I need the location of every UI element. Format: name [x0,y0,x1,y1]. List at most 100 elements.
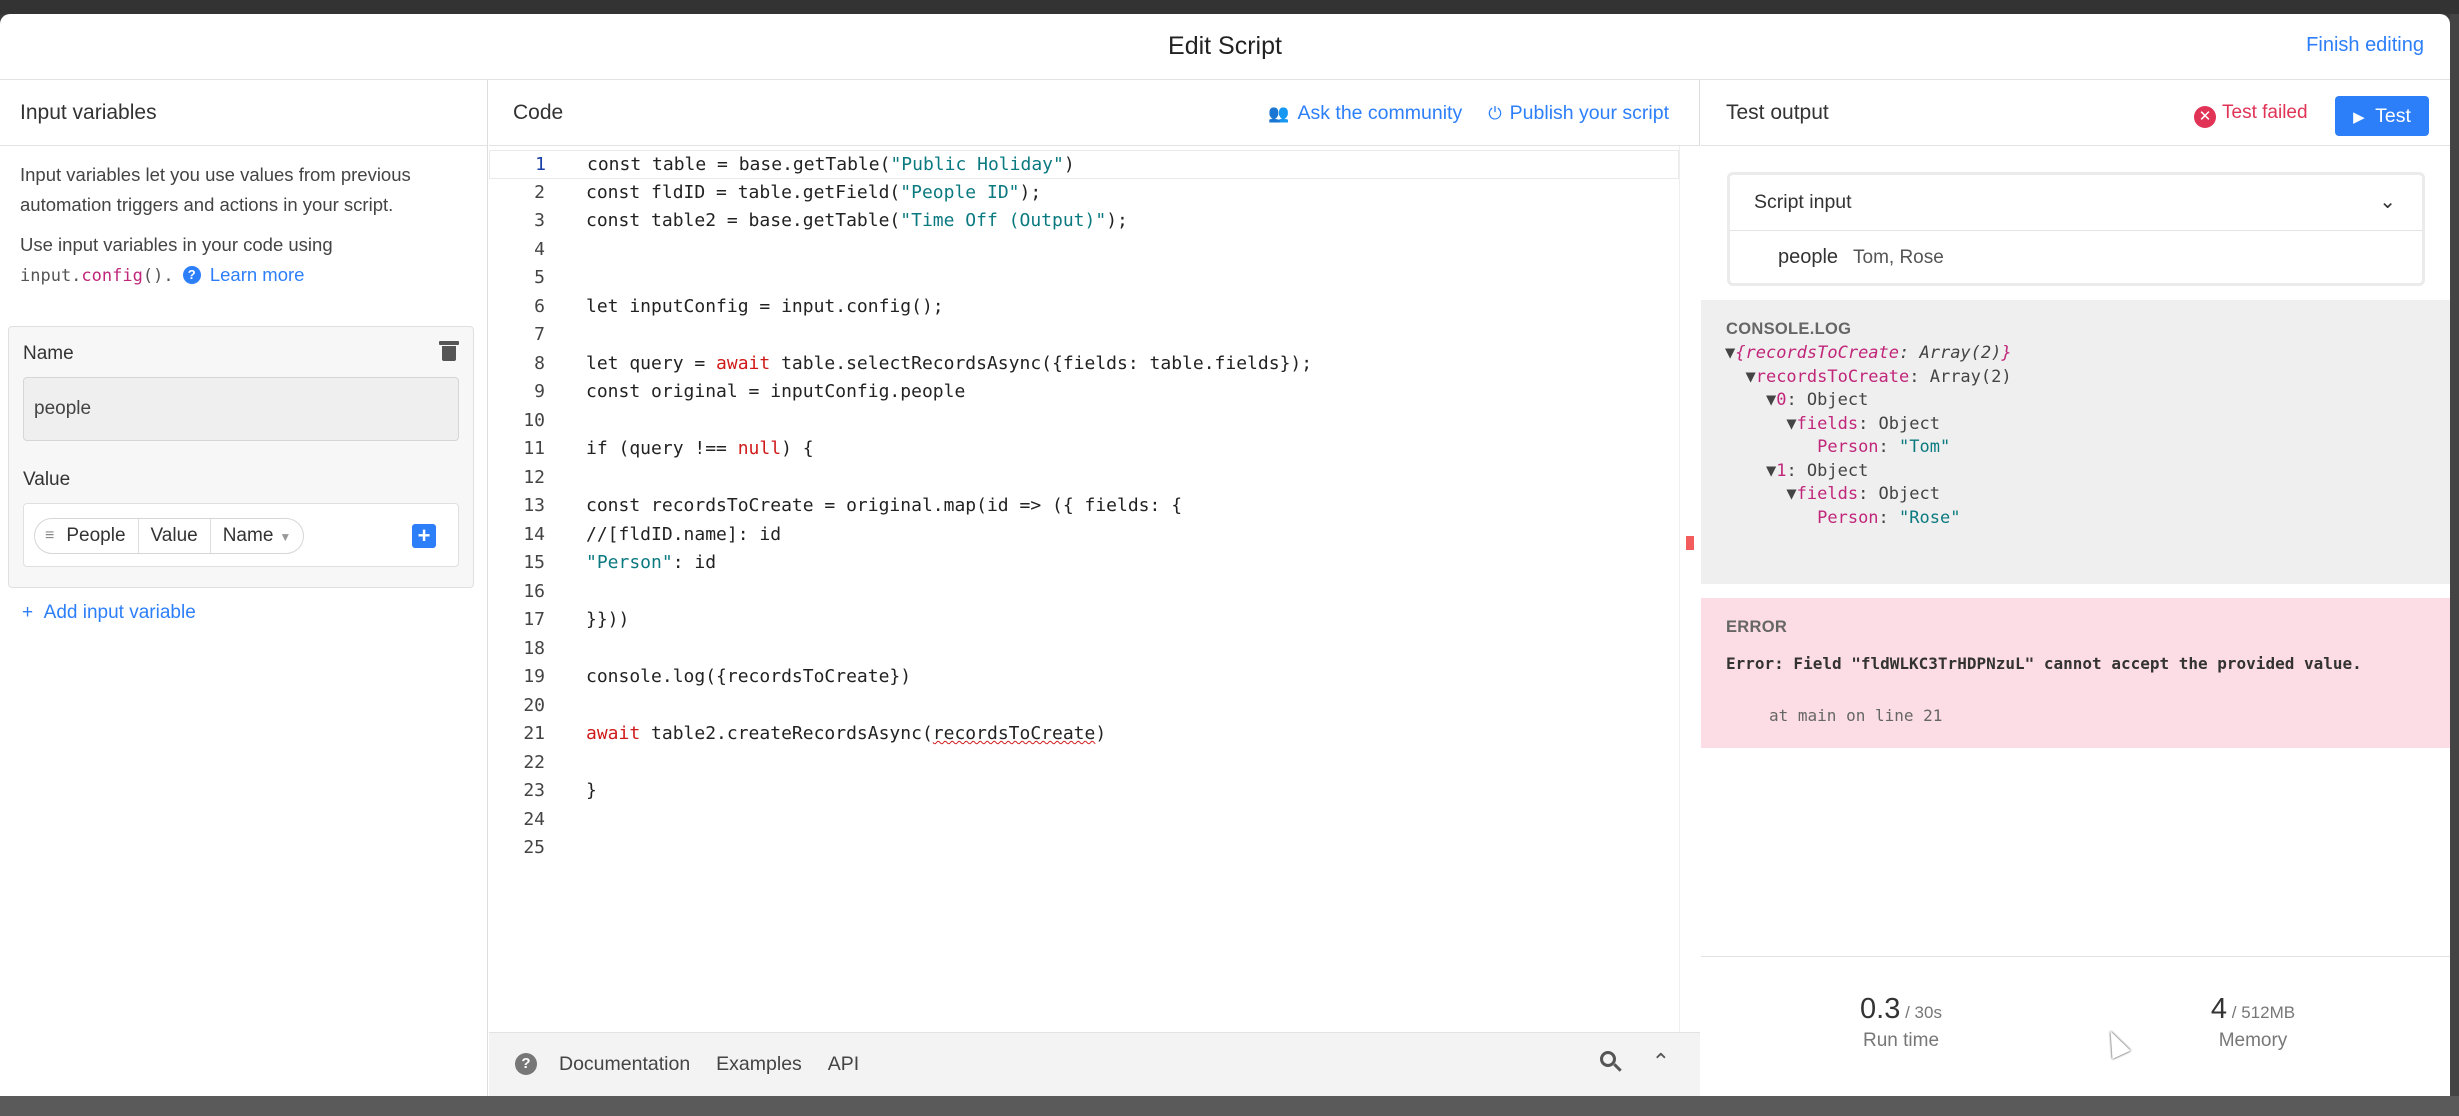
value-field[interactable]: ≡ People Value Name ▼ + [23,503,459,567]
plus-icon: + [22,602,34,623]
stats-bar: 0.3 / 30s Run time 4 / 512MB Memory [1701,956,2450,1096]
name-label: Name [23,343,74,364]
test-output-header: Test output ✕ Test failed ▶ Test [1701,80,2450,146]
code-line: 24 [523,808,545,830]
chevron-down-icon[interactable]: ⌄ [2379,189,2396,214]
code-line: 9 const original = inputConfig.people [534,381,966,402]
script-input-panel: Script input ⌄ people Tom, Rose [1727,172,2425,286]
code-line: 11 if (query !== null) { [523,438,814,459]
code-line: 15 "Person": id [523,552,717,573]
backdrop-top [0,0,2459,14]
code-line: 14//[fldID.name]: id [523,523,782,545]
code-line: 19 console.log({recordsToCreate}) [523,666,912,687]
ask-community-link[interactable]: 👥 Ask the community [1268,102,1462,125]
edit-script-modal: Edit Script Finish editing Input variabl… [0,14,2450,1096]
variable-name-input[interactable] [23,377,459,441]
input-variables-usage: Use input variables in your code using i… [20,230,470,291]
error-message: Error: Field "fldWLKC3TrHDPNzuL" cannot … [1726,654,2362,673]
api-link[interactable]: API [828,1053,859,1076]
modal-header: Edit Script Finish editing [0,14,2450,80]
code-line: 8 let query = await table.selectRecordsAs… [534,352,1313,374]
code-line: 18 [523,637,545,659]
examples-link[interactable]: Examples [716,1053,802,1076]
trash-icon[interactable] [439,341,459,361]
memory-value: 4 [2210,993,2228,1025]
code-line: 12 [523,466,545,488]
runtime-label: Run time [1862,1030,1940,1051]
publish-script-link[interactable]: ⏻ Publish your script [1488,102,1669,125]
code-line: 5 [534,267,545,288]
error-label: ERROR [1726,618,1788,636]
pill-segment-table: People [54,519,139,553]
code-line: 4 [534,238,545,260]
code-editor[interactable]: 1 const table = base.getTable("Public Hol… [489,146,1700,1032]
code-line: 23} [523,780,597,801]
modal-title: Edit Script [1168,32,1282,60]
value-label: Value [23,469,71,490]
add-value-plus-icon[interactable]: + [412,524,436,548]
code-line: 10 [523,409,545,431]
script-input-header[interactable]: Script input ⌄ [1730,175,2422,231]
test-button[interactable]: ▶ Test [2335,96,2429,136]
code-pane: Code 👥 Ask the community ⏻ Publish your sc… [489,80,1700,1096]
code-line: 22 [523,751,545,773]
memory-label: Memory [2218,1030,2288,1051]
error-marker [1686,536,1694,550]
input-variable-card: Name Value ≡ People Value Name▼ + [8,326,474,588]
script-input-title: Script input [1754,191,1852,213]
usage-code: input.config(). [20,266,174,286]
help-circle-icon[interactable]: ? [515,1053,537,1075]
input-variables-description: Input variables let you use values from … [20,164,411,215]
code-line: 17}})) [523,609,630,630]
error-section: ERROR Error: Field "fldWLKC3TrHDPNzuL" c… [1701,598,2450,748]
input-value: Tom, Rose [1853,247,1944,268]
test-output-title: Test output [1726,101,1829,124]
test-output-pane: Test output ✕ Test failed ▶ Test Script i… [1701,80,2450,1096]
console-log-section: CONSOLE.LOG ▼{recordsToCreate: Array(2)}… [1701,300,2450,584]
add-input-variable-button[interactable]: + Add input variable [22,602,196,624]
finish-editing-button[interactable]: Finish editing [2306,34,2424,57]
code-line: 21 await table2.createRecordsAsync(record… [523,723,1107,744]
search-icon[interactable] [1600,1051,1622,1073]
footer-links: Documentation Examples API [559,1053,859,1076]
runtime-stat: 0.3 / 30s Run time [1801,993,2001,1052]
code-line: 25 [523,837,545,858]
chevron-up-icon[interactable]: ⌃ [1652,1049,1670,1075]
code-line: 16 [523,580,545,602]
code-line: 13 const recordsToCreate = original.map(i… [523,495,1183,516]
runtime-unit: / 30s [1900,1003,1942,1022]
code-header: Code 👥 Ask the community ⏻ Publish your sc… [489,80,1699,146]
help-icon[interactable]: ? [182,266,201,284]
value-token-pill[interactable]: ≡ People Value Name ▼ [34,518,305,554]
pill-segment-name[interactable]: Name ▼ [211,519,304,553]
memory-unit: / 512MB [2227,1003,2296,1022]
users-icon: 👥 [1268,104,1290,123]
input-variables-pane: Input variables Input variables let you … [0,80,488,1096]
test-status: ✕ Test failed [2194,102,2308,128]
pill-segment-value: Value [139,519,211,553]
code-line: 20 [523,694,545,716]
code-line: 3 const table2 = base.getTable("Time Off … [534,210,1128,231]
code-line: 7 [534,324,545,345]
input-variables-title: Input variables [20,101,157,124]
usage-text: Use input variables in your code using [20,234,333,255]
code-line: 6 let inputConfig = input.config(); [534,295,944,317]
error-x-icon: ✕ [2194,106,2216,128]
console-log-label: CONSOLE.LOG [1726,320,1852,338]
code-line: 2 const fldID = table.getField("People ID… [534,181,1042,203]
input-variables-header: Input variables [0,80,487,146]
documentation-link[interactable]: Documentation [559,1053,690,1076]
backdrop-bottom [0,1096,2459,1116]
memory-stat: 4 / 512MB Memory [2153,993,2353,1052]
code-title: Code [513,101,564,124]
play-icon: ▶ [2353,109,2365,126]
error-location: at main on line 21 [1769,706,1943,725]
code-actions: 👥 Ask the community ⏻ Publish your script [1268,102,1669,125]
console-tree[interactable]: ▼{recordsToCreate: Array(2)} ▼recordsToC… [1725,342,2012,530]
learn-more-link[interactable]: Learn more [210,264,305,285]
input-key: people [1778,246,1839,268]
code-footer: ? Documentation Examples API ⌃ [489,1032,1700,1096]
caret-down-icon: ▼ [279,530,292,544]
power-icon: ⏻ [1488,104,1502,123]
backdrop-right [2450,14,2459,1096]
